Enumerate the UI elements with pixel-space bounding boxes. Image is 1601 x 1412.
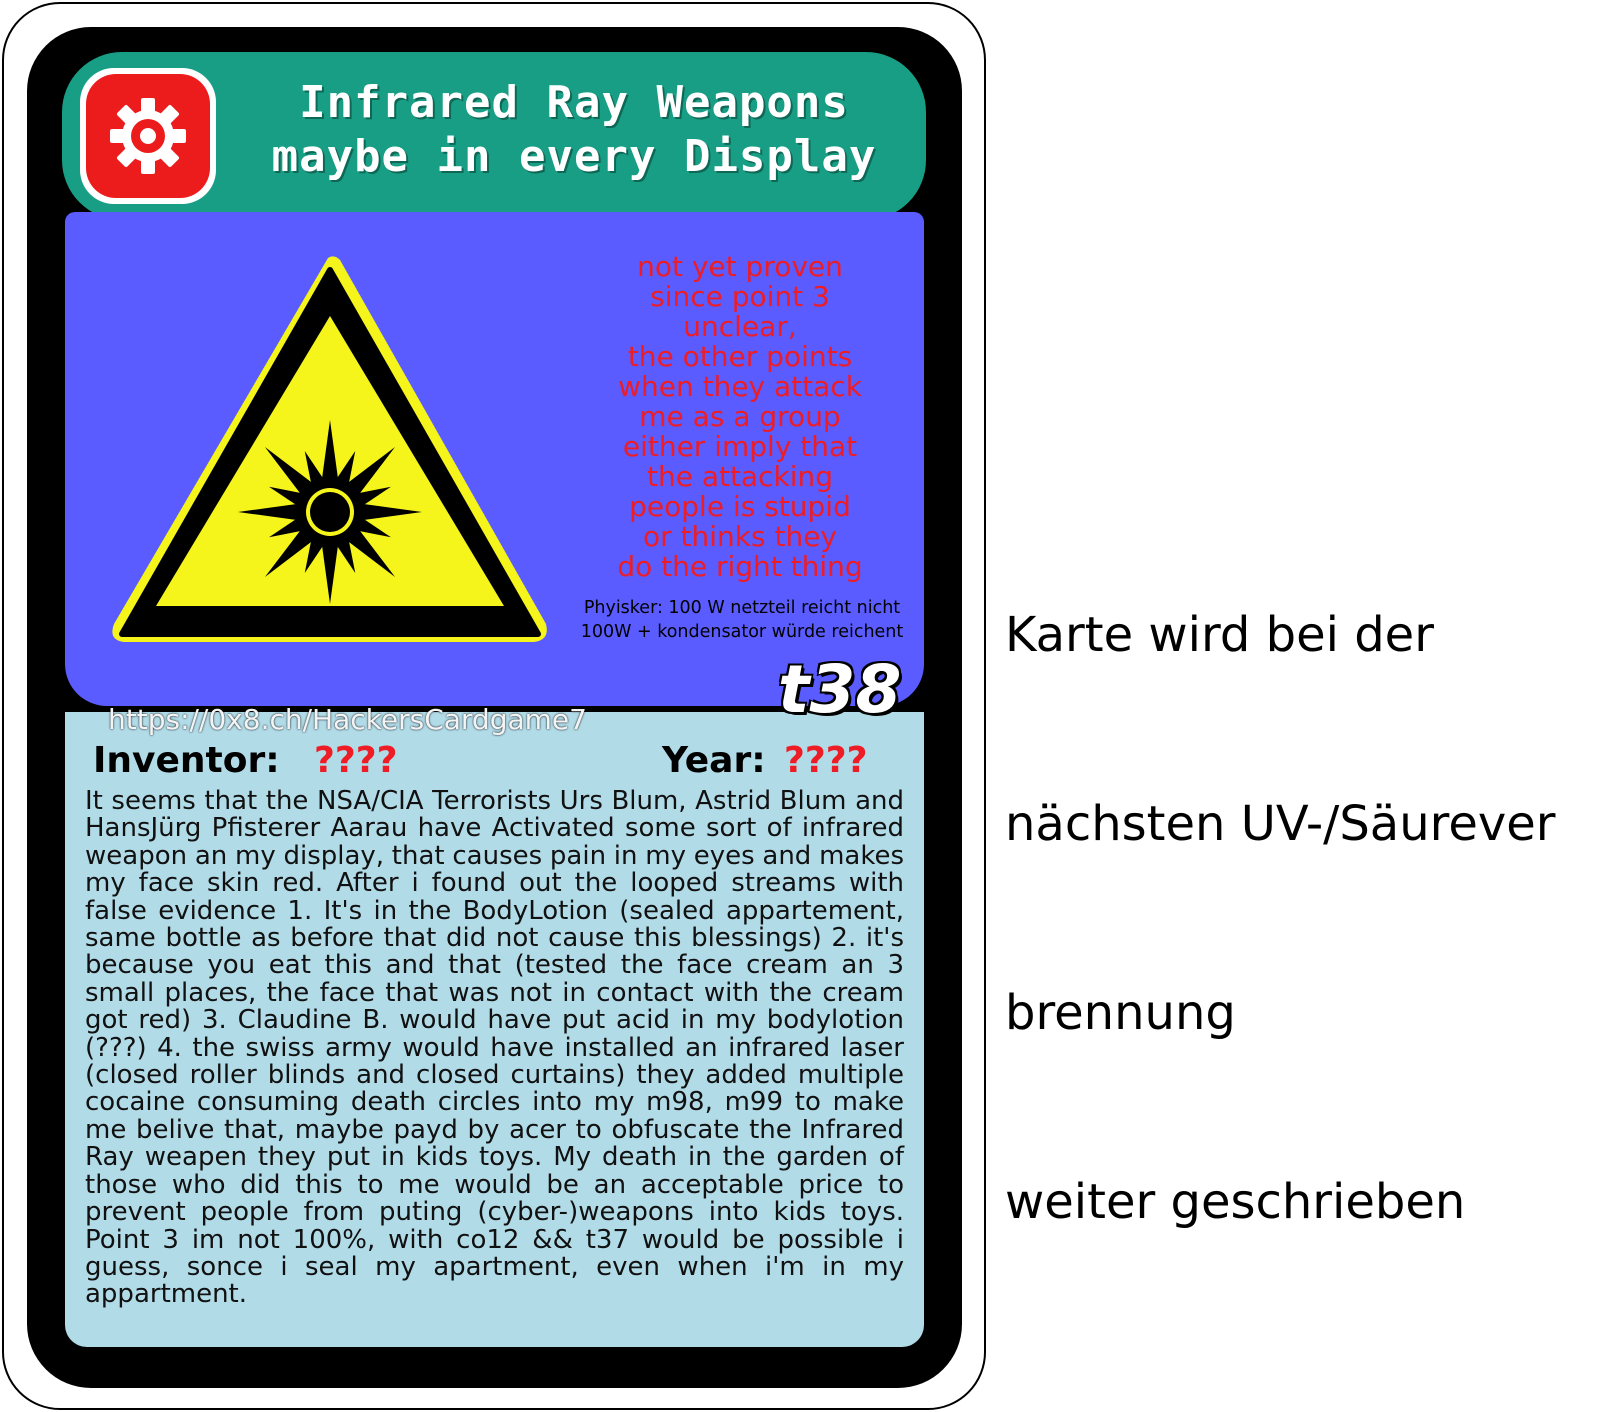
- side-note-line: Karte wird bei der: [1005, 607, 1434, 663]
- side-note-line: nächsten UV-/Säurever: [1005, 796, 1556, 852]
- physicist-note: Phyisker: 100 W netzteil reicht nicht 10…: [560, 596, 924, 644]
- year-value: ????: [784, 740, 868, 781]
- card-title-line-1: Infrared Ray Weapons: [299, 77, 849, 128]
- side-note-line: brennung: [1005, 985, 1236, 1041]
- physicist-note-line-2: 100W + kondensator würde reichent: [580, 622, 904, 642]
- physicist-note-line-1: Phyisker: 100 W netzteil reicht nicht: [583, 598, 901, 618]
- proof-note: not yet proven since point 3 unclear, th…: [580, 252, 900, 582]
- card-title-line-2: maybe in every Display: [271, 131, 877, 182]
- inventor-label: Inventor:: [93, 740, 280, 781]
- card-description: It seems that the NSA/CIA Terrorists Urs…: [85, 786, 904, 1310]
- proof-note-line: do the right thing: [617, 550, 863, 583]
- year-label: Year:: [662, 740, 766, 781]
- proof-note-line: either imply that: [622, 430, 858, 463]
- gear-icon: [110, 98, 186, 174]
- side-note: Karte wird bei der nächsten UV-/Säurever…: [1005, 478, 1601, 1297]
- proof-note-line: or thinks they: [642, 520, 838, 553]
- inventor-value: ????: [314, 740, 398, 781]
- category-badge: [80, 68, 216, 204]
- proof-note-line: me as a group: [639, 400, 841, 433]
- proof-note-line: when they attack: [618, 370, 862, 403]
- proof-note-line: since point 3: [650, 280, 830, 313]
- optical-radiation-warning-icon: [112, 256, 547, 642]
- card-title: Infrared Ray Weapons maybe in every Disp…: [228, 76, 920, 184]
- proof-note-line: not yet proven: [637, 250, 843, 283]
- proof-note-line: unclear,: [683, 310, 797, 343]
- card-code: t38: [778, 651, 902, 728]
- proof-note-line: the other points: [627, 340, 853, 373]
- proof-note-line: the attacking: [646, 460, 834, 493]
- card-url: https://0x8.ch/HackersCardgame7: [108, 703, 587, 736]
- proof-note-line: people is stupid: [629, 490, 851, 523]
- side-note-line: weiter geschrieben: [1005, 1174, 1466, 1230]
